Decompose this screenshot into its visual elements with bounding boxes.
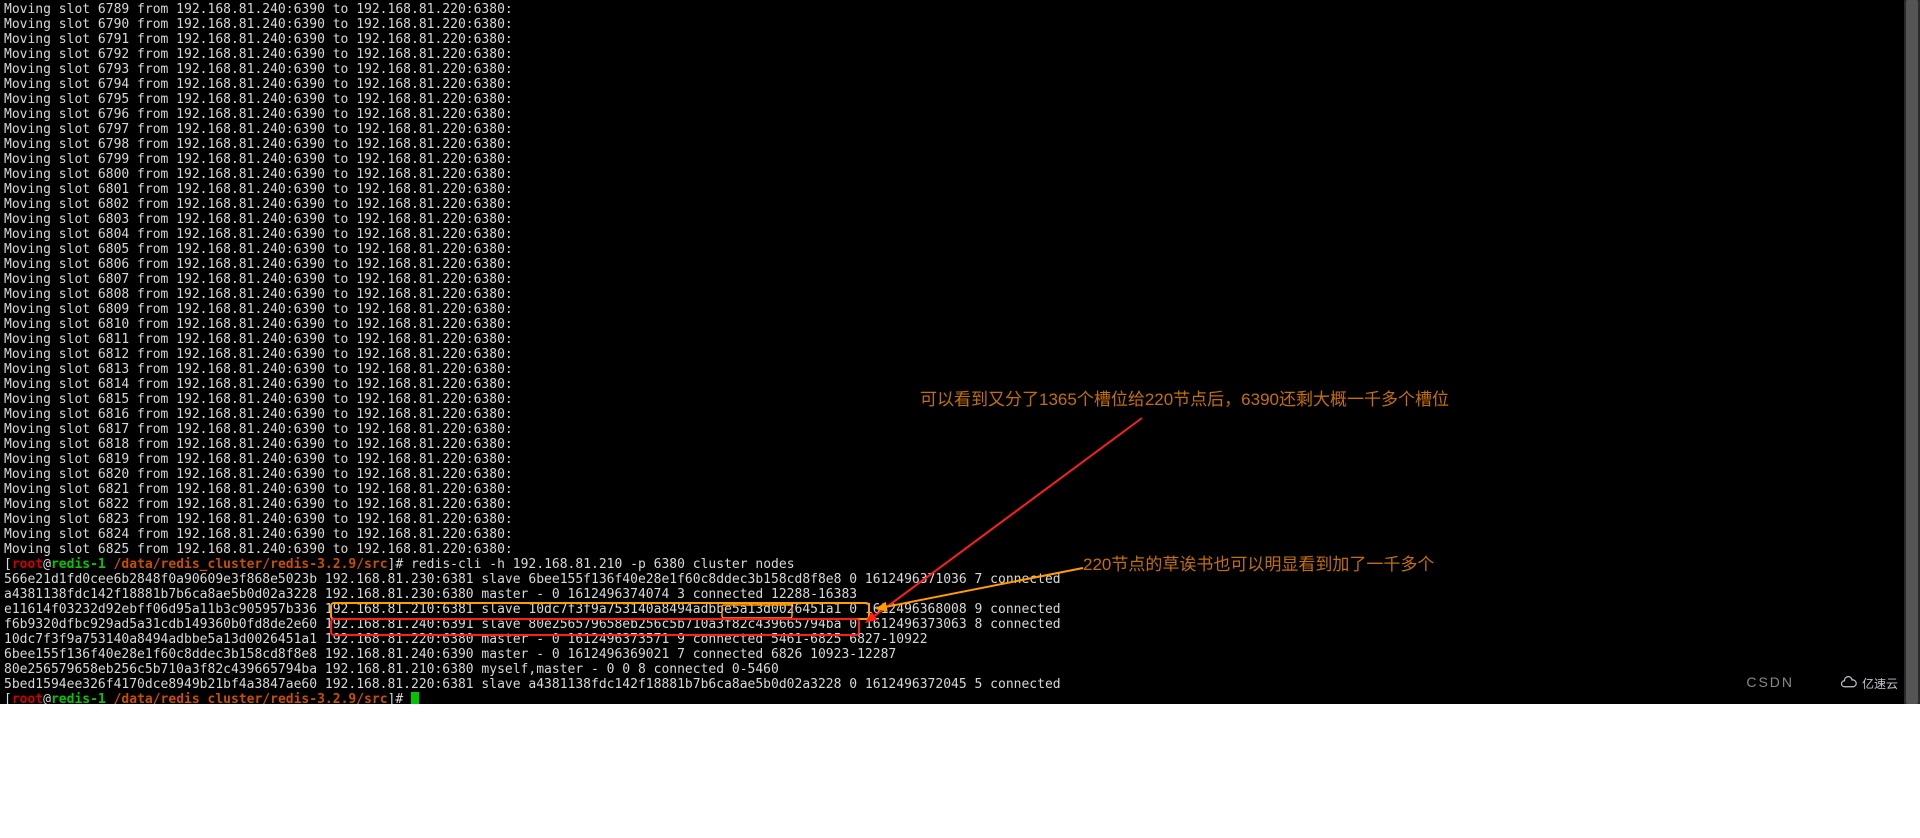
terminal-line: Moving slot 6792 from 192.168.81.240:639… xyxy=(4,47,1916,62)
terminal-line: Moving slot 6816 from 192.168.81.240:639… xyxy=(4,407,1916,422)
terminal-line: Moving slot 6790 from 192.168.81.240:639… xyxy=(4,17,1916,32)
terminal-line: Moving slot 6809 from 192.168.81.240:639… xyxy=(4,302,1916,317)
terminal-line: e11614f03232d92ebff06d95a11b3c905957b336… xyxy=(4,602,1916,617)
terminal-line: Moving slot 6793 from 192.168.81.240:639… xyxy=(4,62,1916,77)
terminal-line: Moving slot 6821 from 192.168.81.240:639… xyxy=(4,482,1916,497)
terminal-line: Moving slot 6794 from 192.168.81.240:639… xyxy=(4,77,1916,92)
terminal-line: Moving slot 6823 from 192.168.81.240:639… xyxy=(4,512,1916,527)
terminal-line: Moving slot 6814 from 192.168.81.240:639… xyxy=(4,377,1916,392)
terminal-line: Moving slot 6812 from 192.168.81.240:639… xyxy=(4,347,1916,362)
terminal-line: Moving slot 6789 from 192.168.81.240:639… xyxy=(4,2,1916,17)
terminal-line: Moving slot 6797 from 192.168.81.240:639… xyxy=(4,122,1916,137)
terminal-line: Moving slot 6808 from 192.168.81.240:639… xyxy=(4,287,1916,302)
terminal-line: Moving slot 6799 from 192.168.81.240:639… xyxy=(4,152,1916,167)
terminal-line: Moving slot 6810 from 192.168.81.240:639… xyxy=(4,317,1916,332)
terminal-line: Moving slot 6795 from 192.168.81.240:639… xyxy=(4,92,1916,107)
terminal-scrollbar[interactable] xyxy=(1904,0,1920,704)
terminal-line: Moving slot 6791 from 192.168.81.240:639… xyxy=(4,32,1916,47)
terminal-output: Moving slot 6789 from 192.168.81.240:639… xyxy=(4,2,1916,707)
terminal-line: Moving slot 6806 from 192.168.81.240:639… xyxy=(4,257,1916,272)
terminal-line: 10dc7f3f9a753140a8494adbbe5a13d0026451a1… xyxy=(4,632,1916,647)
terminal-line: 80e256579658eb256c5b710a3f82c439665794ba… xyxy=(4,662,1916,677)
terminal-line: Moving slot 6820 from 192.168.81.240:639… xyxy=(4,467,1916,482)
terminal-line: Moving slot 6801 from 192.168.81.240:639… xyxy=(4,182,1916,197)
terminal-line: Moving slot 6825 from 192.168.81.240:639… xyxy=(4,542,1916,557)
terminal-line: Moving slot 6811 from 192.168.81.240:639… xyxy=(4,332,1916,347)
watermark-yisu: 亿速云 xyxy=(1832,672,1906,694)
terminal-line: Moving slot 6805 from 192.168.81.240:639… xyxy=(4,242,1916,257)
terminal-line: Moving slot 6813 from 192.168.81.240:639… xyxy=(4,362,1916,377)
terminal-line: 566e21d1fd0cee6b2848f0a90609e3f868e5023b… xyxy=(4,572,1916,587)
terminal-line: Moving slot 6824 from 192.168.81.240:639… xyxy=(4,527,1916,542)
terminal-line: Moving slot 6807 from 192.168.81.240:639… xyxy=(4,272,1916,287)
terminal-line: Moving slot 6819 from 192.168.81.240:639… xyxy=(4,452,1916,467)
terminal-line: Moving slot 6817 from 192.168.81.240:639… xyxy=(4,422,1916,437)
terminal-line: Moving slot 6822 from 192.168.81.240:639… xyxy=(4,497,1916,512)
terminal-line: f6b9320dfbc929ad5a31cdb149360b0fd8de2e60… xyxy=(4,617,1916,632)
cloud-icon xyxy=(1840,676,1858,690)
terminal-line: Moving slot 6796 from 192.168.81.240:639… xyxy=(4,107,1916,122)
watermark-yisu-label: 亿速云 xyxy=(1862,675,1898,692)
terminal-line: Moving slot 6800 from 192.168.81.240:639… xyxy=(4,167,1916,182)
terminal-line: Moving slot 6798 from 192.168.81.240:639… xyxy=(4,137,1916,152)
terminal-window[interactable]: Moving slot 6789 from 192.168.81.240:639… xyxy=(0,0,1920,704)
terminal-line: a4381138fdc142f18881b7b6ca8ae5b0d02a3228… xyxy=(4,587,1916,602)
terminal-line: Moving slot 6815 from 192.168.81.240:639… xyxy=(4,392,1916,407)
terminal-line: Moving slot 6804 from 192.168.81.240:639… xyxy=(4,227,1916,242)
bottom-blank-area xyxy=(0,704,1920,838)
terminal-line: 6bee155f136f40e28e1f60c8ddec3b158cd8f8e8… xyxy=(4,647,1916,662)
terminal-line: [root@redis-1 /data/redis_cluster/redis-… xyxy=(4,557,1916,572)
terminal-line: Moving slot 6802 from 192.168.81.240:639… xyxy=(4,197,1916,212)
terminal-line: 5bed1594ee326f4170dce8949b21bf4a3847ae60… xyxy=(4,677,1916,692)
watermark-csdn: CSDN xyxy=(1746,674,1794,690)
terminal-line: Moving slot 6803 from 192.168.81.240:639… xyxy=(4,212,1916,227)
terminal-line: Moving slot 6818 from 192.168.81.240:639… xyxy=(4,437,1916,452)
